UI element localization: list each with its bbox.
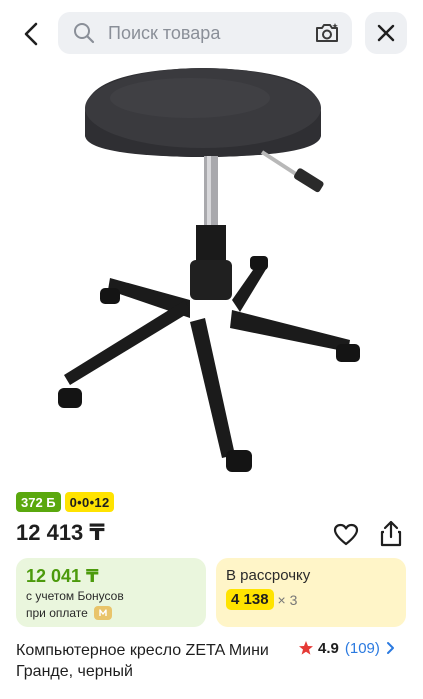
installment-amount: 4 138 <box>226 589 274 610</box>
review-count[interactable]: (109) <box>345 640 380 657</box>
search-bar <box>58 12 352 54</box>
rating-link[interactable]: 4.9 (109) <box>298 638 396 658</box>
installment-card[interactable]: В рассрочку 4 138 × 3 <box>216 558 406 627</box>
close-icon <box>377 24 395 42</box>
bonus-badge: 372 Б <box>16 492 61 512</box>
close-button[interactable] <box>365 12 407 54</box>
coin-icon <box>93 606 112 620</box>
installment-badge: 0•0•12 <box>64 492 115 512</box>
installment-row: 4 138 × 3 <box>226 589 297 610</box>
product-image[interactable] <box>40 60 380 480</box>
installment-times: × 3 <box>277 591 298 608</box>
bonus-payment-note: при оплате <box>26 606 112 620</box>
share-icon <box>380 520 402 547</box>
favorite-button[interactable] <box>331 520 361 550</box>
bonus-price: 12 041 ₸ <box>26 566 99 586</box>
product-price: 12 413 ₸ <box>16 520 105 545</box>
chevron-left-icon <box>24 22 38 46</box>
chevron-right-icon <box>386 641 396 655</box>
search-input[interactable] <box>108 22 298 44</box>
installment-title: В рассрочку <box>226 567 311 584</box>
bonus-note: с учетом Бонусов <box>26 589 124 603</box>
product-page: 372 Б 0•0•12 12 413 ₸ 12 041 ₸ с учетом … <box>0 0 423 699</box>
camera-icon[interactable] <box>314 21 340 45</box>
share-button[interactable] <box>376 518 406 550</box>
star-icon <box>298 640 314 656</box>
bonus-price-card[interactable]: 12 041 ₸ с учетом Бонусов при оплате <box>16 558 206 627</box>
heart-icon <box>333 523 359 546</box>
product-title: Компьютерное кресло ZETA Мини Гранде, че… <box>16 642 269 680</box>
back-button[interactable] <box>12 14 52 54</box>
top-bar <box>0 0 423 66</box>
product-badges: 372 Б 0•0•12 <box>16 492 115 512</box>
search-icon <box>72 21 96 45</box>
rating-value: 4.9 <box>318 639 339 657</box>
bonus-payment-label: при оплате <box>26 606 88 620</box>
